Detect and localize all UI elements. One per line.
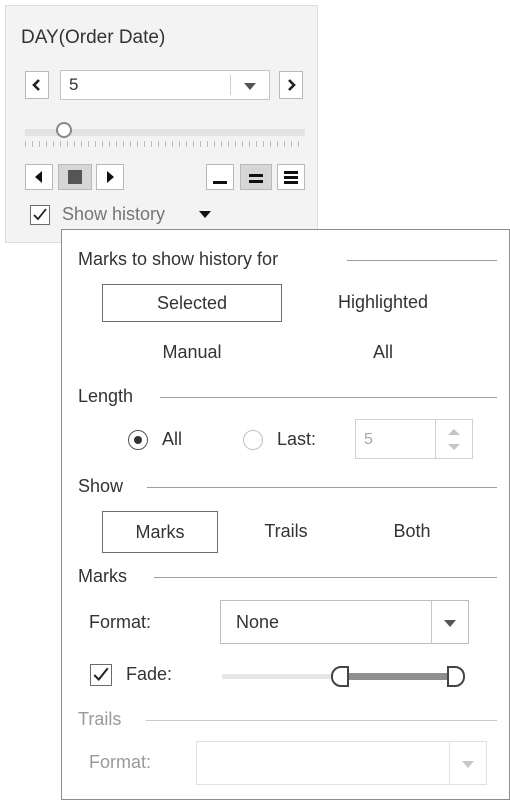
stop-button[interactable]	[58, 164, 92, 190]
select-divider	[230, 75, 231, 95]
stepper-divider	[435, 420, 436, 458]
speed-fast-button[interactable]	[277, 164, 305, 190]
section-title-show: Show	[78, 476, 124, 496]
length-all-label: All	[162, 429, 183, 449]
trails-format-select[interactable]	[196, 741, 487, 785]
fade-label: Fade:	[126, 664, 173, 684]
speed-slow-button[interactable]	[206, 164, 234, 190]
show-marks-option[interactable]: Marks	[102, 511, 218, 553]
length-last-label: Last:	[277, 429, 317, 449]
dropdown-arrow-icon	[444, 620, 456, 627]
section-title-marks: Marks	[78, 566, 127, 586]
option-selected[interactable]: Selected	[102, 284, 282, 322]
length-all-radio[interactable]	[128, 430, 148, 450]
next-value-button[interactable]	[279, 71, 303, 99]
dropdown-arrow-icon	[462, 761, 474, 768]
select-divider	[431, 601, 432, 643]
chevron-right-icon	[288, 79, 296, 91]
show-both-option[interactable]: Both	[360, 511, 464, 553]
page-value: 5	[69, 75, 79, 94]
section-title-trails: Trails	[78, 709, 122, 729]
show-history-dropdown-icon[interactable]	[199, 211, 211, 218]
option-manual[interactable]: Manual	[102, 334, 282, 372]
select-divider	[449, 742, 450, 784]
stepper-up-icon[interactable]	[448, 429, 460, 435]
pages-card-title: DAY(Order Date)	[21, 27, 166, 48]
dropdown-arrow-icon	[244, 83, 256, 90]
stop-icon	[68, 170, 82, 184]
section-divider	[147, 487, 497, 488]
chevron-left-icon	[32, 79, 40, 91]
play-forward-icon	[107, 171, 114, 183]
show-history-label[interactable]: Show history	[62, 204, 165, 225]
section-divider	[160, 397, 497, 398]
marks-format-label: Format:	[89, 612, 152, 632]
show-history-checkbox[interactable]	[30, 205, 50, 225]
marks-format-value: None	[236, 612, 280, 632]
trails-format-label: Format:	[89, 752, 152, 772]
speed-fast-icon	[284, 171, 298, 184]
length-last-value: 5	[364, 431, 373, 448]
length-last-stepper[interactable]: 5	[355, 419, 473, 459]
section-title-length: Length	[78, 386, 134, 406]
checkmark-icon	[93, 667, 109, 682]
section-divider	[347, 260, 497, 261]
play-forward-button[interactable]	[96, 164, 124, 190]
fade-slider-left-handle[interactable]	[331, 666, 349, 687]
page-slider-thumb[interactable]	[56, 122, 72, 138]
speed-slow-icon	[213, 181, 227, 184]
show-trails-option[interactable]: Trails	[234, 511, 338, 553]
speed-medium-icon	[249, 174, 263, 183]
fade-checkbox[interactable]	[90, 664, 112, 686]
section-title-marks-to-show: Marks to show history for	[78, 249, 279, 269]
stepper-down-icon[interactable]	[448, 444, 460, 450]
page-value-select[interactable]: 5	[60, 70, 270, 100]
slider-ticks	[25, 141, 305, 147]
fade-slider-range	[340, 673, 455, 680]
marks-format-select[interactable]: None	[220, 600, 469, 644]
play-backward-button[interactable]	[25, 164, 53, 190]
checkmark-icon	[33, 208, 47, 221]
play-backward-icon	[35, 171, 42, 183]
length-last-radio[interactable]	[243, 430, 263, 450]
option-all-marks[interactable]: All	[303, 334, 463, 372]
section-divider	[146, 720, 497, 721]
previous-value-button[interactable]	[25, 71, 49, 99]
option-highlighted[interactable]: Highlighted	[303, 284, 463, 322]
section-divider	[154, 577, 497, 578]
speed-medium-button[interactable]	[240, 164, 272, 190]
